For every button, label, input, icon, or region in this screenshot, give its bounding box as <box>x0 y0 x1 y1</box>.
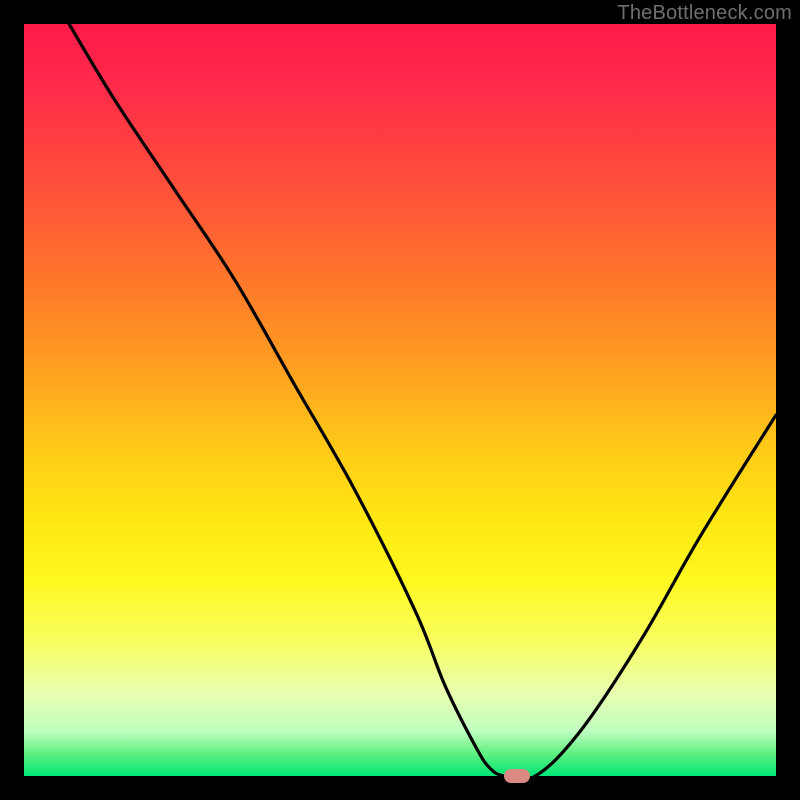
curve-path <box>69 24 776 776</box>
chart-frame: TheBottleneck.com <box>0 0 800 800</box>
bottleneck-curve <box>24 24 776 776</box>
optimum-marker <box>504 769 530 783</box>
watermark-text: TheBottleneck.com <box>617 2 792 25</box>
